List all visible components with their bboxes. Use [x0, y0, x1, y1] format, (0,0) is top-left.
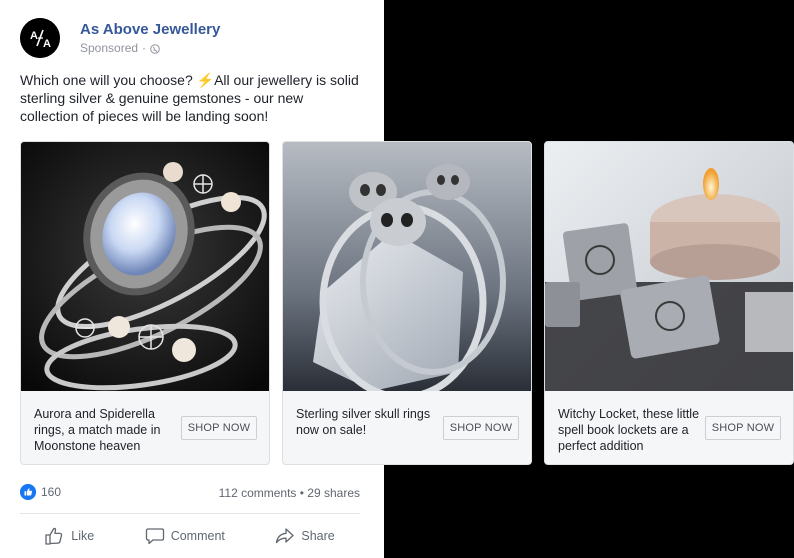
- skull-rings-image[interactable]: [283, 142, 531, 391]
- carousel-card[interactable]: Aurora and Spiderella rings, a match mad…: [20, 141, 270, 465]
- page-name-link[interactable]: As Above Jewellery: [80, 21, 220, 38]
- divider: [20, 513, 360, 514]
- avatar-letter-1: A: [30, 30, 38, 42]
- comment-label: Comment: [170, 529, 225, 543]
- shop-now-button[interactable]: SHOP NOW: [705, 416, 781, 440]
- action-bar: Like Comment Share: [20, 522, 360, 550]
- avatar-letter-2: A: [43, 38, 51, 50]
- post-meta: Sponsored ·: [80, 41, 160, 55]
- shop-now-button[interactable]: SHOP NOW: [181, 416, 257, 440]
- comment-button[interactable]: Comment: [145, 527, 225, 545]
- moonstone-rings-image[interactable]: [21, 142, 269, 391]
- comment-icon: [145, 528, 164, 545]
- like-reaction-icon: [20, 484, 36, 500]
- like-button[interactable]: Like: [45, 527, 94, 545]
- shop-now-button[interactable]: SHOP NOW: [443, 416, 519, 440]
- likes-count: 160: [41, 485, 62, 499]
- carousel-card[interactable]: Sterling silver skull rings now on sale!…: [282, 141, 532, 465]
- share-button[interactable]: Share: [275, 527, 335, 545]
- spell-book-lockets-image[interactable]: [545, 142, 793, 391]
- post-caption: Which one will you choose? ⚡All our jewe…: [20, 72, 359, 124]
- card-description: Witchy Locket, these little spell book l…: [558, 407, 700, 453]
- share-icon: [276, 528, 295, 544]
- thumbs-up-icon: [45, 527, 63, 545]
- meta-separator: ·: [142, 41, 147, 55]
- sponsored-label[interactable]: Sponsored: [80, 41, 138, 55]
- share-label: Share: [301, 529, 335, 543]
- card-description: Sterling silver skull rings now on sale!: [296, 407, 431, 437]
- globe-icon[interactable]: [150, 43, 160, 54]
- reactions-summary[interactable]: 160: [20, 484, 61, 500]
- carousel-card[interactable]: Witchy Locket, these little spell book l…: [544, 141, 794, 465]
- card-description: Aurora and Spiderella rings, a match mad…: [34, 407, 161, 453]
- comments-shares-count[interactable]: 112 comments • 29 shares: [219, 486, 360, 500]
- page-avatar[interactable]: A A: [20, 18, 60, 58]
- like-label: Like: [71, 529, 95, 543]
